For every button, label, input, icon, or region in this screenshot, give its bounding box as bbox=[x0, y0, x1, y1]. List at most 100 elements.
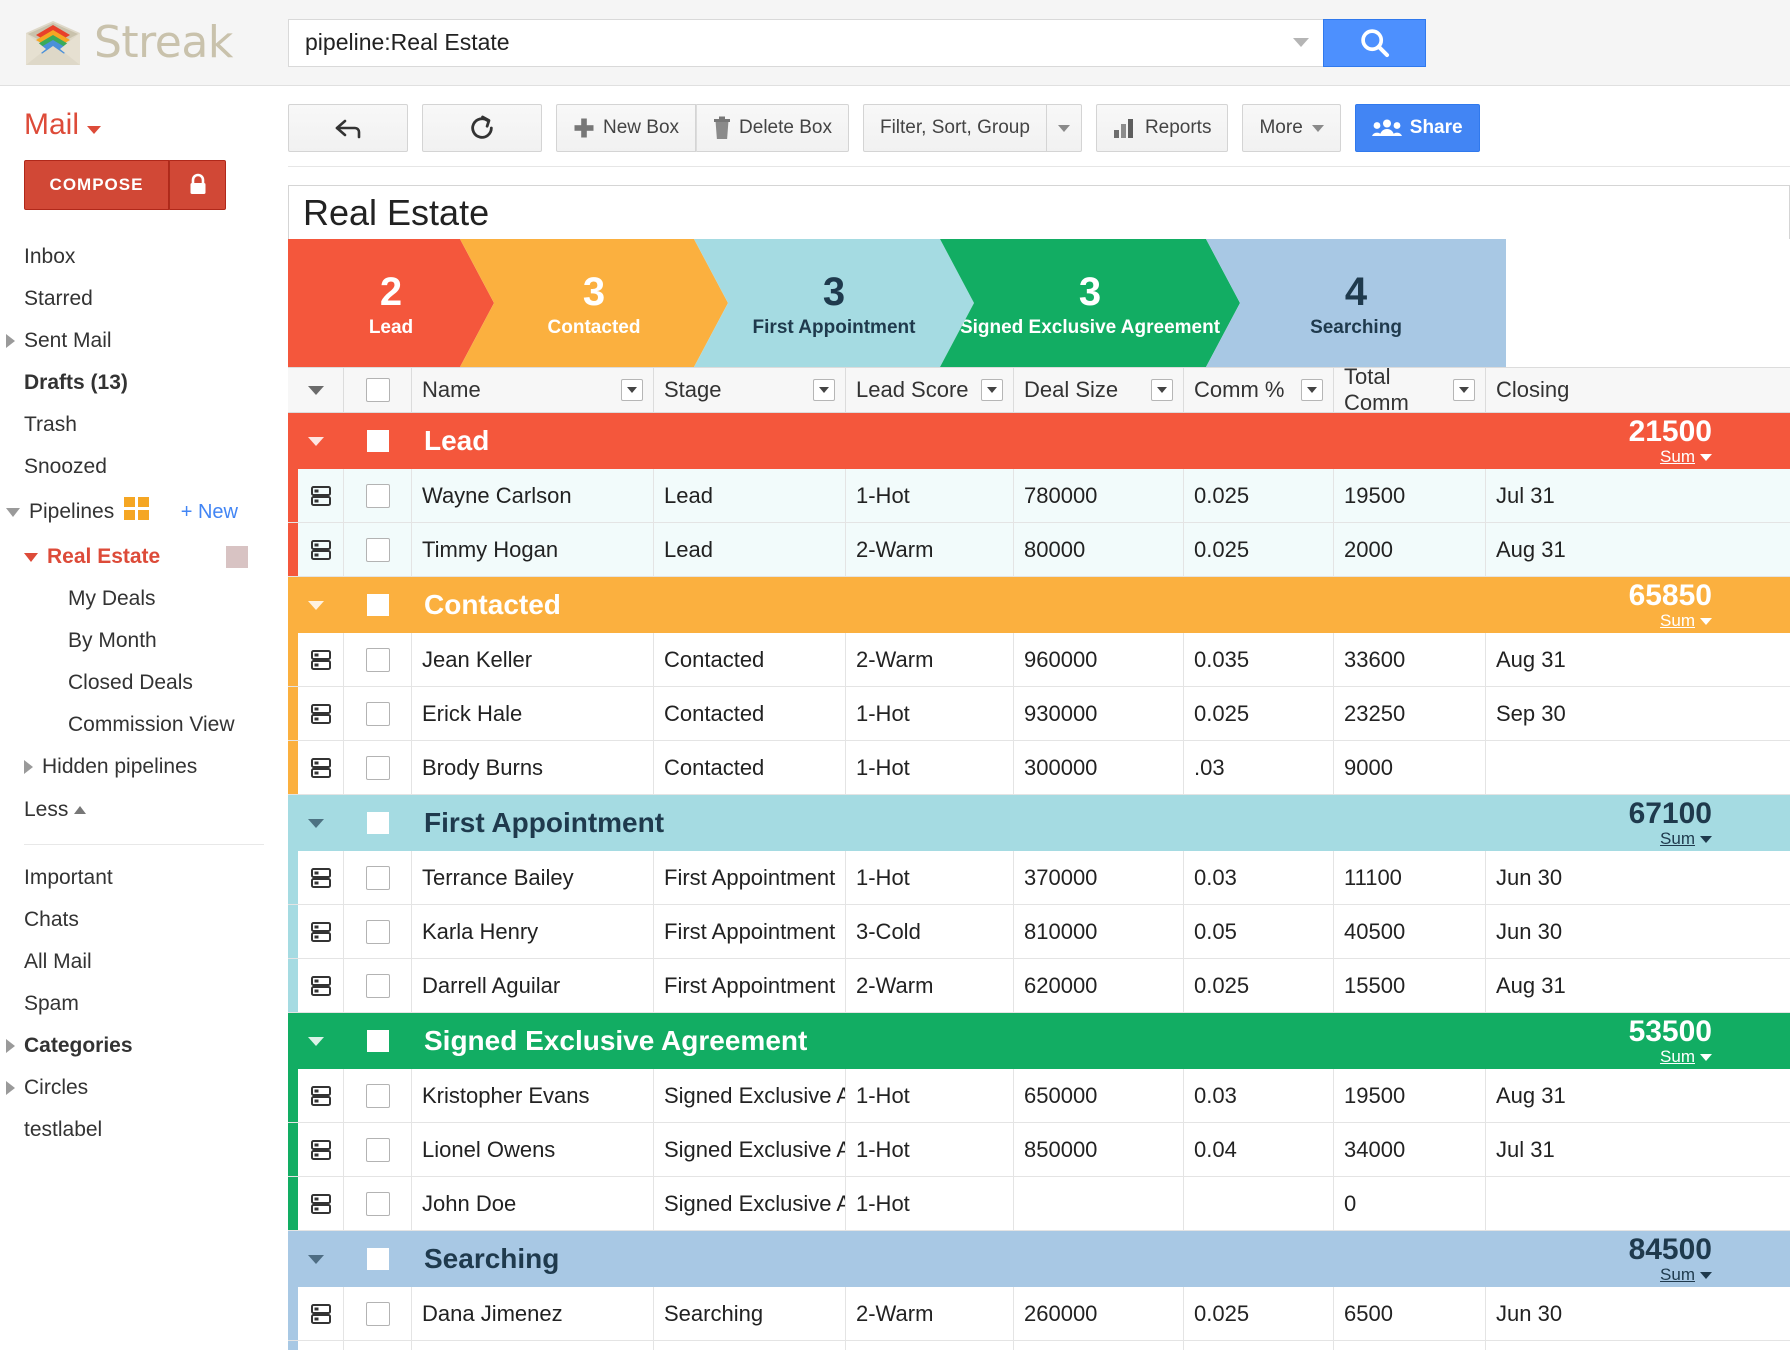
cell-closing[interactable]: Aug 31 bbox=[1486, 959, 1606, 1012]
group-sum-label[interactable]: Sum bbox=[1629, 1047, 1712, 1066]
sidebar-item-hidden-pipelines[interactable]: Hidden pipelines bbox=[0, 746, 288, 788]
cell-total[interactable]: 19500 bbox=[1334, 1069, 1486, 1122]
cell-score[interactable]: 1-Hot bbox=[846, 1177, 1014, 1230]
cell-score[interactable]: 2-Warm bbox=[846, 523, 1014, 576]
sidebar-item-starred[interactable]: Starred bbox=[0, 278, 288, 320]
cell-comm[interactable]: .03 bbox=[1184, 741, 1334, 794]
cell-score[interactable]: 1-Hot bbox=[846, 469, 1014, 522]
reports-button[interactable]: Reports bbox=[1095, 104, 1229, 152]
cell-name[interactable]: Erick Hale bbox=[412, 687, 654, 740]
cell-stage[interactable]: First Appointment bbox=[654, 959, 846, 1012]
chevron-down-icon[interactable] bbox=[308, 600, 324, 610]
group-checkbox[interactable] bbox=[367, 594, 389, 616]
cell-closing[interactable] bbox=[1486, 1177, 1606, 1230]
cell-closing[interactable]: Jun 30 bbox=[1486, 851, 1606, 904]
cell-name[interactable]: Kristopher Evans bbox=[412, 1069, 654, 1122]
cell-score[interactable]: 2-Warm bbox=[846, 1341, 1014, 1350]
group-header-lead[interactable]: Lead 21500 Sum bbox=[288, 413, 1790, 469]
cell-total[interactable]: 6500 bbox=[1334, 1287, 1486, 1340]
cell-score[interactable]: 2-Warm bbox=[846, 633, 1014, 686]
filter-sort-group-button[interactable]: Filter, Sort, Group bbox=[862, 104, 1047, 152]
row-select[interactable] bbox=[344, 687, 412, 740]
cell-closing[interactable]: Jul 31 bbox=[1486, 1123, 1606, 1176]
cell-closing[interactable]: Jun 30 bbox=[1486, 1287, 1606, 1340]
cell-stage[interactable]: Signed Exclusive Ag bbox=[654, 1123, 846, 1176]
cell-comm[interactable]: 0.025 bbox=[1184, 959, 1334, 1012]
table-row[interactable]: Darrell Aguilar First Appointment 2-Warm 62… bbox=[288, 959, 1790, 1013]
sidebar-item-pipelines[interactable]: Pipelines + New bbox=[0, 488, 288, 536]
stage-first-appointment[interactable]: 3 First Appointment bbox=[694, 239, 974, 367]
column-filter-icon[interactable] bbox=[813, 379, 835, 401]
row-select[interactable] bbox=[344, 633, 412, 686]
table-row[interactable]: Terrance Bailey First Appointment 1-Hot 370… bbox=[288, 851, 1790, 905]
column-filter-icon[interactable] bbox=[621, 379, 643, 401]
cell-total[interactable]: 33600 bbox=[1334, 633, 1486, 686]
group-collapse-toggle[interactable] bbox=[288, 1036, 344, 1046]
cell-deal[interactable]: 780000 bbox=[1014, 469, 1184, 522]
cell-score[interactable]: 3-Cold bbox=[846, 905, 1014, 958]
row-select[interactable] bbox=[344, 469, 412, 522]
table-row[interactable]: Kristopher Evans Signed Exclusive Ag 1-Hot… bbox=[288, 1069, 1790, 1123]
sidebar-item-drafts-13[interactable]: Drafts (13) bbox=[0, 362, 288, 404]
cell-stage[interactable]: Signed Exclusive Ag bbox=[654, 1177, 846, 1230]
sidebar-less-toggle[interactable]: Less bbox=[0, 788, 288, 832]
row-checkbox[interactable] bbox=[365, 1301, 390, 1326]
row-select[interactable] bbox=[344, 1123, 412, 1176]
cell-deal[interactable] bbox=[1014, 1177, 1184, 1230]
group-header-contacted[interactable]: Contacted 65850 Sum bbox=[288, 577, 1790, 633]
cell-total[interactable]: 2000 bbox=[1334, 523, 1486, 576]
search-box[interactable] bbox=[288, 18, 1323, 67]
more-button[interactable]: More bbox=[1242, 104, 1341, 152]
row-expand-button[interactable] bbox=[298, 851, 344, 904]
group-select[interactable] bbox=[344, 430, 412, 452]
group-sum-label[interactable]: Sum bbox=[1629, 1265, 1712, 1284]
cell-total[interactable]: 23250 bbox=[1334, 687, 1486, 740]
pipeline-title[interactable]: Real Estate bbox=[288, 185, 1790, 239]
row-select[interactable] bbox=[344, 1069, 412, 1122]
cell-score[interactable]: 2-Warm bbox=[846, 959, 1014, 1012]
row-select[interactable] bbox=[344, 523, 412, 576]
cell-total[interactable]: 9000 bbox=[1334, 741, 1486, 794]
stage-searching[interactable]: 4 Searching bbox=[1206, 239, 1506, 367]
group-select[interactable] bbox=[344, 1248, 412, 1270]
group-checkbox[interactable] bbox=[367, 1248, 389, 1270]
cell-closing[interactable]: Sep 30 bbox=[1486, 1341, 1606, 1350]
row-select[interactable] bbox=[344, 1177, 412, 1230]
column-filter-icon[interactable] bbox=[1151, 379, 1173, 401]
cell-stage[interactable]: Contacted bbox=[654, 687, 846, 740]
group-collapse-toggle[interactable] bbox=[288, 818, 344, 828]
column-filter-icon[interactable] bbox=[1453, 379, 1475, 401]
group-sum[interactable]: 21500 Sum bbox=[1629, 416, 1790, 465]
group-sum-label[interactable]: Sum bbox=[1629, 829, 1712, 848]
cell-closing[interactable]: Sep 30 bbox=[1486, 687, 1606, 740]
cell-closing[interactable]: Jun 30 bbox=[1486, 905, 1606, 958]
group-sum[interactable]: 65850 Sum bbox=[1629, 580, 1790, 629]
cell-comm[interactable]: 0.025 bbox=[1184, 687, 1334, 740]
cell-closing[interactable]: Aug 31 bbox=[1486, 633, 1606, 686]
column-header-deal-size[interactable]: Deal Size bbox=[1014, 368, 1184, 412]
sidebar-item-trash[interactable]: Trash bbox=[0, 404, 288, 446]
row-expand-button[interactable] bbox=[298, 1069, 344, 1122]
cell-deal[interactable]: 370000 bbox=[1014, 851, 1184, 904]
cell-name[interactable]: Timmy Hogan bbox=[412, 523, 654, 576]
sidebar-item-circles[interactable]: Circles bbox=[0, 1067, 288, 1109]
column-header-stage[interactable]: Stage bbox=[654, 368, 846, 412]
column-header-closing[interactable]: Closing bbox=[1486, 368, 1606, 412]
sidebar-view-my-deals[interactable]: My Deals bbox=[0, 578, 288, 620]
cell-comm[interactable]: 0.03 bbox=[1184, 1069, 1334, 1122]
group-collapse-toggle[interactable] bbox=[288, 600, 344, 610]
group-checkbox[interactable] bbox=[367, 1030, 389, 1052]
cell-name[interactable]: Dana Jimenez bbox=[412, 1287, 654, 1340]
row-expand-button[interactable] bbox=[298, 633, 344, 686]
cell-deal[interactable]: 960000 bbox=[1014, 633, 1184, 686]
group-select[interactable] bbox=[344, 812, 412, 834]
group-sum[interactable]: 53500 Sum bbox=[1629, 1016, 1790, 1065]
column-header-name[interactable]: Name bbox=[412, 368, 654, 412]
row-select[interactable] bbox=[344, 1287, 412, 1340]
sidebar-item-important[interactable]: Important bbox=[0, 857, 288, 899]
group-collapse-toggle[interactable] bbox=[288, 1254, 344, 1264]
cell-name[interactable]: John Doe bbox=[412, 1177, 654, 1230]
mail-menu[interactable]: Mail bbox=[0, 86, 288, 160]
search-button[interactable] bbox=[1323, 18, 1426, 67]
row-checkbox[interactable] bbox=[365, 537, 390, 562]
